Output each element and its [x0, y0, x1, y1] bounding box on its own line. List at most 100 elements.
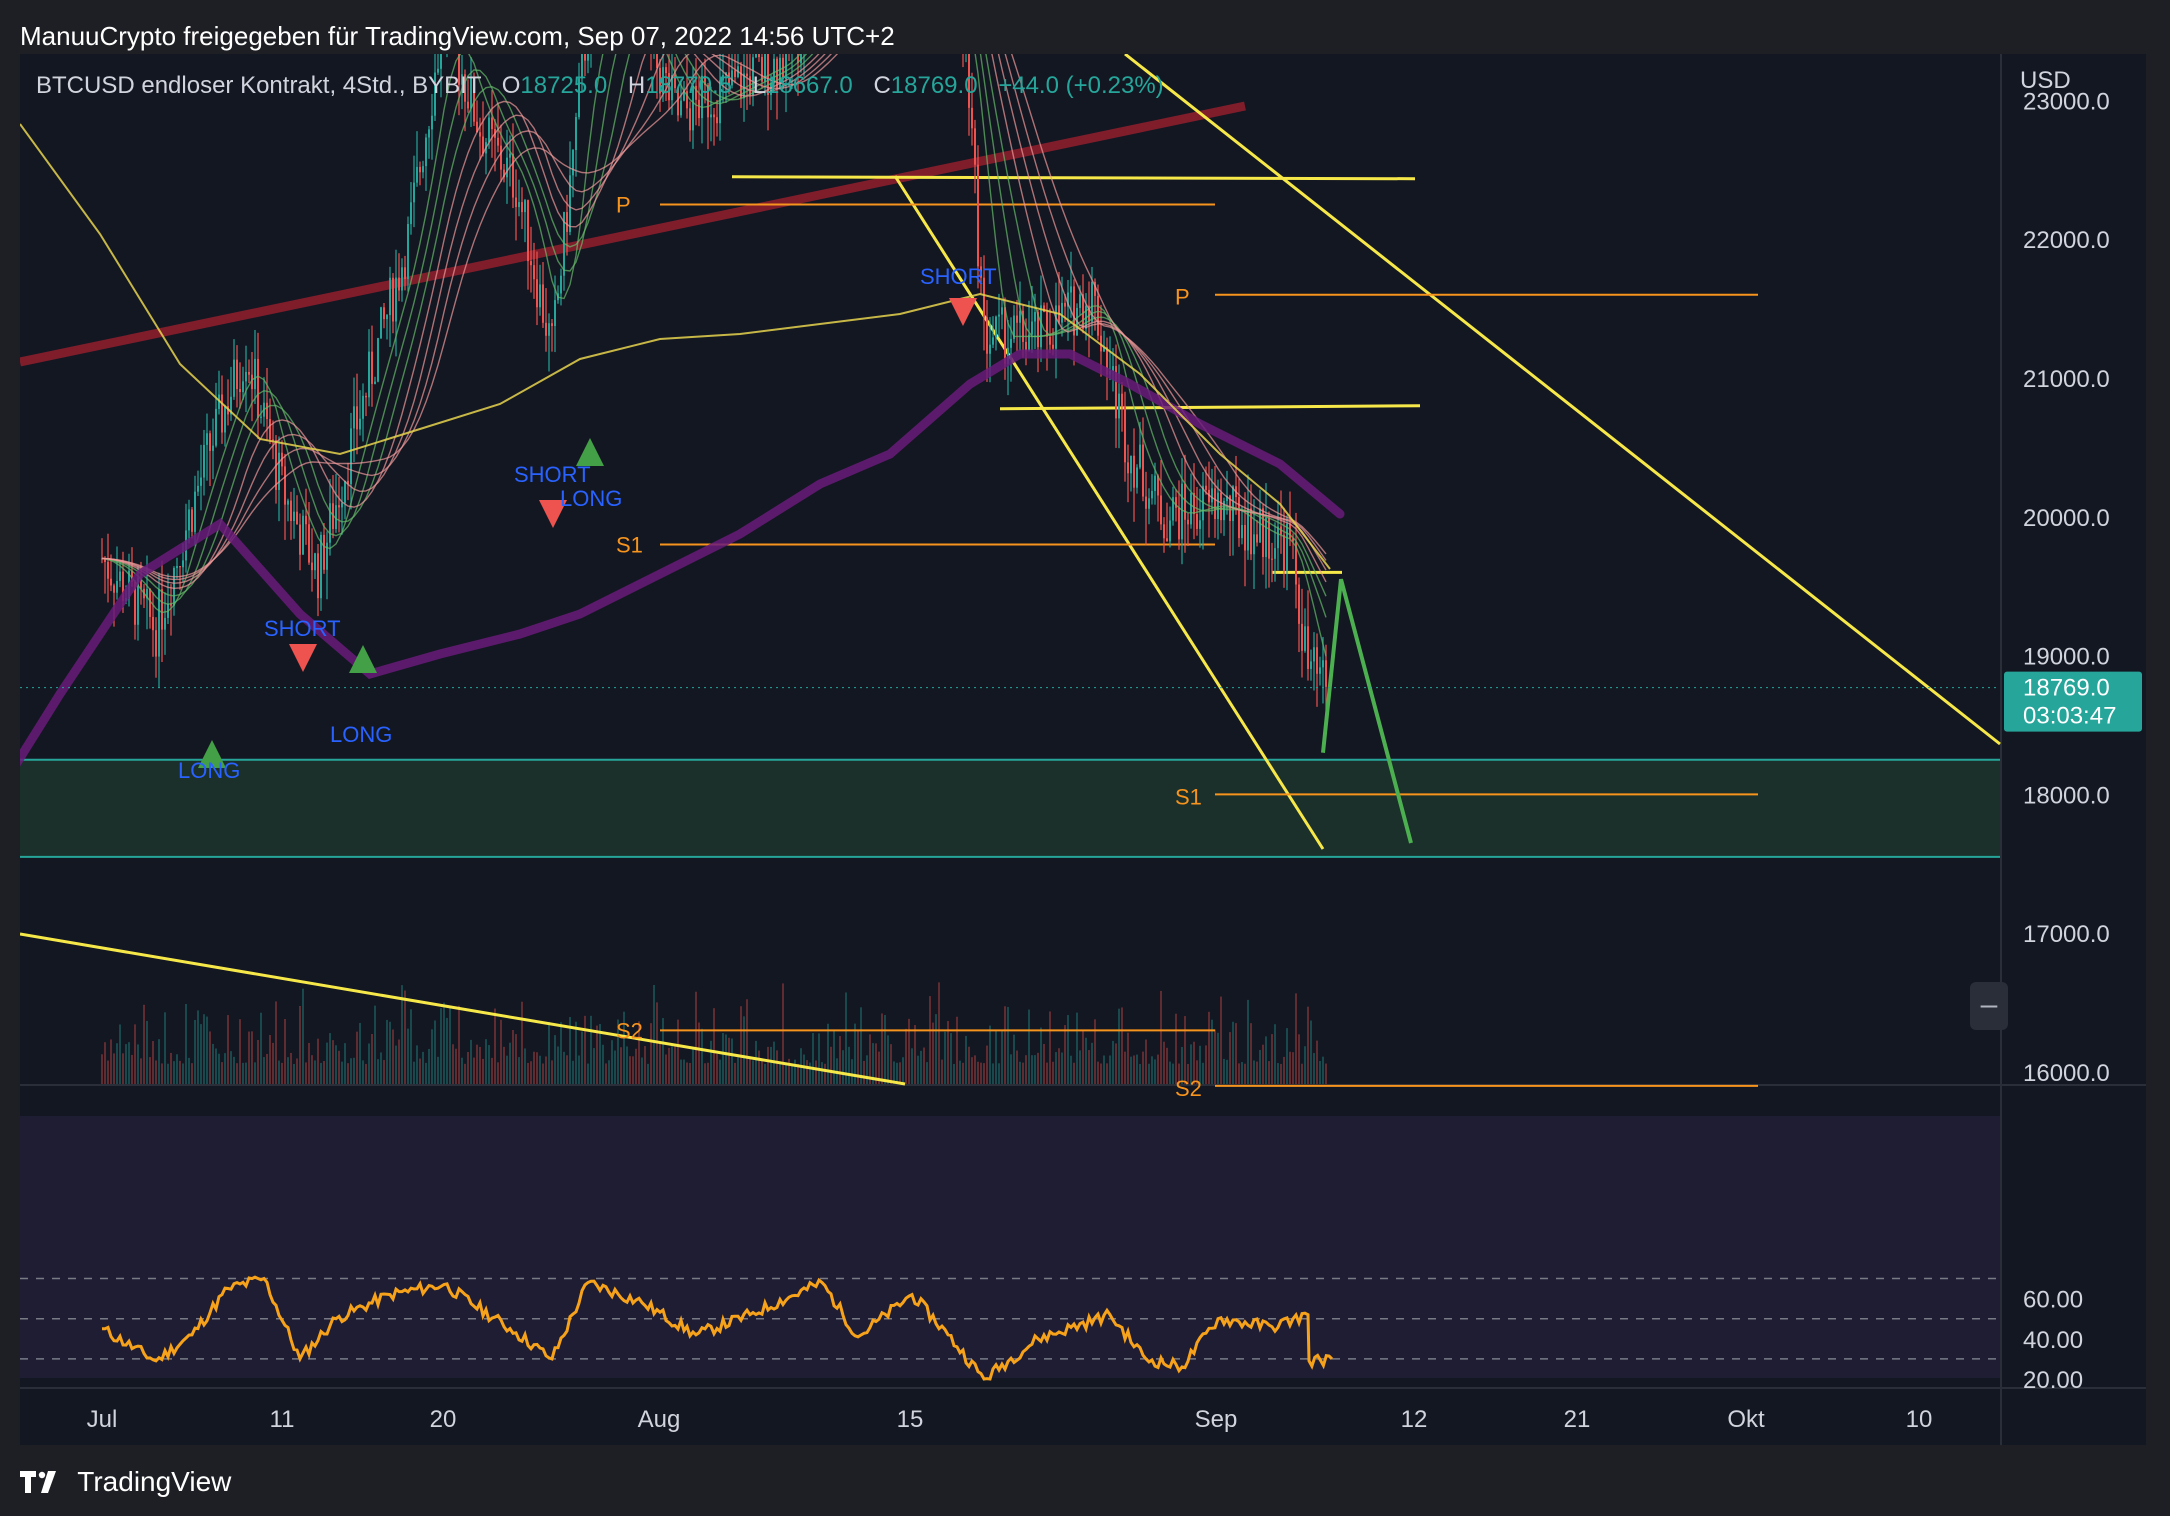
volume-bar [662, 1018, 664, 1084]
price-axis-tick: 17000.0 [2023, 921, 2110, 948]
candle-body [284, 466, 286, 505]
horizontal-level-1[interactable] [731, 175, 1416, 181]
candle-body [1031, 321, 1033, 335]
candle-body [152, 616, 154, 631]
candle-body [971, 107, 973, 129]
candle-body [239, 389, 241, 393]
candle-body [467, 101, 469, 109]
candle-body [1178, 507, 1180, 540]
candle-body [1166, 538, 1168, 542]
volume-bar [1301, 1063, 1303, 1084]
candle-body [1238, 497, 1240, 539]
volume-bar [362, 1060, 364, 1084]
volume-bar [506, 1055, 508, 1084]
volume-bar [470, 1039, 472, 1084]
volume-bar [899, 1062, 901, 1084]
volume-bar [242, 1062, 244, 1084]
volume-bar [1220, 996, 1222, 1084]
volume-bar [806, 1060, 808, 1084]
volume-bar [1262, 1044, 1264, 1084]
time-axis-tick: 15 [897, 1406, 924, 1433]
candle-body [1061, 302, 1063, 323]
volume-bar [1232, 1021, 1234, 1084]
candle-body [572, 150, 574, 176]
short-signal-label: SHORT [920, 264, 997, 289]
candle-body [371, 351, 373, 384]
volume-bar [128, 1042, 130, 1084]
volume-bar [833, 1030, 835, 1084]
volume-bar [140, 1058, 142, 1084]
volume-bar [674, 1044, 676, 1084]
candle-body [410, 202, 412, 225]
volume-bar [374, 1005, 376, 1084]
volume-bar [554, 1035, 556, 1084]
candle-body [314, 553, 316, 571]
volume-bar [782, 983, 784, 1084]
candle-body [545, 322, 547, 336]
candle-body [389, 277, 391, 316]
candle-body [350, 428, 352, 485]
volume-bar [809, 1062, 811, 1084]
candle-body [203, 444, 205, 478]
volume-bar [143, 1004, 145, 1084]
candle-body [305, 515, 307, 525]
volume-bar [1217, 1032, 1219, 1084]
candle-body [311, 562, 313, 571]
volume-bar [359, 1022, 361, 1084]
candle-body [986, 317, 988, 354]
candle-body [431, 115, 433, 130]
volume-bar [116, 1043, 118, 1084]
volume-bar [1016, 1050, 1018, 1084]
volume-bar [950, 1033, 952, 1084]
pivot-label-new-s2: S2 [1175, 1076, 1202, 1101]
candle-body [1283, 534, 1285, 571]
volume-bar [1085, 1037, 1087, 1084]
volume-bar [767, 1046, 769, 1084]
volume-bar [743, 1016, 745, 1084]
volume-bar [827, 1023, 829, 1084]
volume-bar [320, 1062, 322, 1084]
volume-bar [863, 1060, 865, 1084]
volume-bar [125, 1044, 127, 1084]
volume-bar [197, 1010, 199, 1084]
volume-bar [707, 1062, 709, 1084]
volume-bar [497, 1062, 499, 1084]
volume-bar [1208, 1011, 1210, 1084]
volume-bar [449, 1007, 451, 1084]
candle-body [287, 500, 289, 505]
volume-bar [1025, 1055, 1027, 1084]
candle-body [107, 561, 109, 579]
collapse-pane-button[interactable]: – [1970, 982, 2008, 1030]
volume-bar [1280, 1063, 1282, 1084]
close-label: C [873, 72, 891, 99]
volume-bar [1316, 1040, 1318, 1084]
volume-bar [284, 1018, 286, 1084]
volume-bar [266, 1053, 268, 1084]
volume-bar [755, 1040, 757, 1084]
volume-bar [461, 1057, 463, 1084]
candle-body [278, 452, 280, 490]
candle-body [416, 166, 418, 183]
volume-bar [896, 1062, 898, 1084]
chart-canvas[interactable]: R1R1PPS1S1S2S2LONGSHORTLONGSHORTLONGSHOR… [20, 54, 2146, 1445]
volume-bar [821, 1062, 823, 1084]
candle-body [353, 406, 355, 429]
volume-bar [443, 1002, 445, 1084]
volume-bar [716, 1054, 718, 1084]
volume-bar [488, 1045, 490, 1084]
volume-bar [500, 1019, 502, 1084]
volume-bar [914, 1024, 916, 1084]
time-axis-tick: 21 [1564, 1406, 1591, 1433]
volume-bar [605, 1063, 607, 1084]
candle-body [1127, 462, 1129, 474]
chart-frame[interactable]: R1R1PPS1S1S2S2LONGSHORTLONGSHORTLONGSHOR… [20, 54, 2146, 1445]
candle-body [428, 129, 430, 138]
volume-bar [155, 1060, 157, 1084]
volume-bar [1166, 1047, 1168, 1084]
volume-bar [245, 1062, 247, 1084]
volume-bar [548, 1021, 550, 1084]
volume-bar [389, 1021, 391, 1084]
time-axis-tick: Jul [87, 1406, 118, 1433]
volume-bar [887, 1035, 889, 1084]
candle-body [512, 153, 514, 198]
